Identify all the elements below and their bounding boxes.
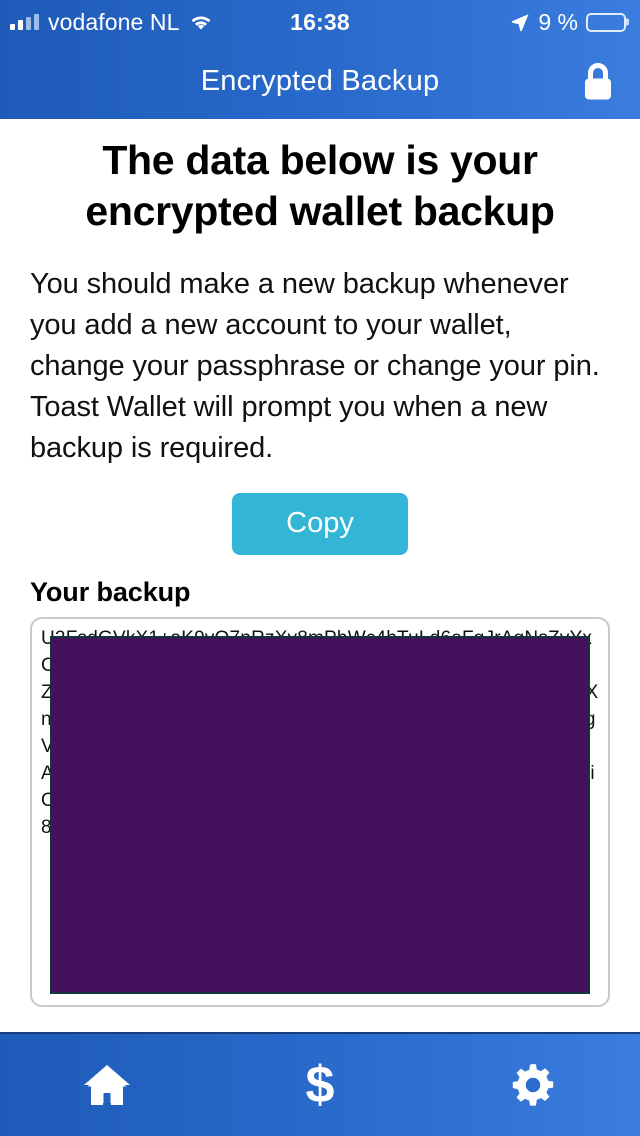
copy-button[interactable]: Copy (232, 493, 408, 556)
wifi-icon (189, 13, 213, 31)
battery-low-icon (586, 12, 626, 32)
lock-button[interactable] (580, 61, 616, 103)
carrier-label: vodafone NL (48, 8, 180, 35)
page-title: Encrypted Backup (200, 65, 440, 97)
signal-bars-icon (10, 14, 39, 30)
tab-bar: $ (0, 1032, 640, 1136)
body-copy: You should make a new backup whenever yo… (30, 267, 600, 465)
home-icon (81, 1061, 133, 1109)
redaction-overlay (50, 636, 590, 995)
location-arrow-icon (510, 12, 530, 32)
tab-item-payments[interactable]: $ (213, 1034, 426, 1136)
backup-section-label: Your backup (30, 577, 191, 608)
main-content: The data below is your encrypted wallet … (0, 119, 640, 1032)
lock-icon (580, 61, 616, 103)
gear-icon (508, 1060, 558, 1110)
status-bar: vodafone NL 16:38 9 % (0, 0, 640, 44)
headline: The data below is your encrypted wallet … (85, 137, 555, 235)
nav-bar: Encrypted Backup (0, 44, 640, 119)
copy-button-row: Copy (30, 493, 610, 556)
app-root: vodafone NL 16:38 9 % Encrypted Backup T… (0, 0, 640, 1136)
tab-item-home[interactable] (0, 1034, 213, 1136)
battery-percent-label: 9 % (538, 8, 578, 35)
tab-item-settings[interactable] (427, 1034, 640, 1136)
status-bar-right: 9 % (510, 9, 626, 36)
status-bar-left: vodafone NL (10, 9, 213, 36)
backup-textarea[interactable]: U2FsdGVkX1+aK9vQ7nRzXy8mPbWc4hTuLd6eFgJr… (30, 617, 610, 1008)
dollar-icon: $ (305, 1056, 335, 1114)
